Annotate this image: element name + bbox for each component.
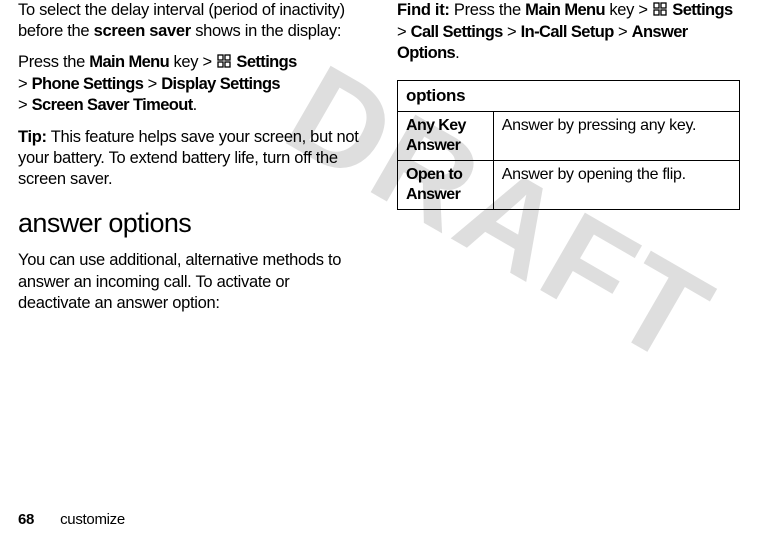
mainmenu-label: Main Menu xyxy=(525,1,605,19)
findit-path: Find it: Press the Main Menu key > Setti… xyxy=(397,0,740,64)
sep: > xyxy=(614,23,632,41)
call-settings-label: Call Settings xyxy=(411,23,503,41)
option-desc: Answer by opening the flip. xyxy=(493,160,739,209)
screensaver-intro: To select the delay interval (period of … xyxy=(18,0,361,42)
left-column: To select the delay interval (period of … xyxy=(18,0,365,324)
gt: > xyxy=(18,96,32,114)
options-header: options xyxy=(398,81,740,111)
option-name: Any Key Answer xyxy=(398,111,494,160)
page-number: 68 xyxy=(18,511,34,528)
incall-setup-label: In-Call Setup xyxy=(521,23,614,41)
section-name: customize xyxy=(60,511,125,528)
text: Press the xyxy=(18,53,89,71)
text: Press the xyxy=(450,1,526,19)
findit-label: Find it: xyxy=(397,1,450,19)
tip-body: This feature helps save your screen, but… xyxy=(18,128,359,188)
right-column: Find it: Press the Main Menu key > Setti… xyxy=(393,0,740,324)
settings-icon xyxy=(653,1,667,22)
table-row: Any Key Answer Answer by pressing any ke… xyxy=(398,111,740,160)
period: . xyxy=(193,96,197,114)
sep: > xyxy=(503,23,521,41)
mainmenu-label: Main Menu xyxy=(89,53,169,71)
answer-options-heading: answer options xyxy=(18,206,361,241)
answer-options-body: You can use additional, alternative meth… xyxy=(18,250,361,313)
option-name: Open to Answer xyxy=(398,160,494,209)
text: key > xyxy=(169,53,216,71)
display-settings-label: Display Settings xyxy=(161,75,280,93)
gt: > xyxy=(18,75,32,93)
phone-settings-label: Phone Settings xyxy=(32,75,144,93)
screen-saver-timeout-label: Screen Saver Timeout xyxy=(32,96,193,114)
table-row: Open to Answer Answer by opening the fli… xyxy=(398,160,740,209)
page-footer: 68 customize xyxy=(18,511,125,528)
tip-label: Tip: xyxy=(18,128,47,146)
text: key > xyxy=(605,1,652,19)
table-header-row: options xyxy=(398,81,740,111)
tip-paragraph: Tip: This feature helps save your screen… xyxy=(18,127,361,190)
gt: > xyxy=(397,23,411,41)
screensaver-path: Press the Main Menu key > Settings > Pho… xyxy=(18,52,361,116)
sep: > xyxy=(143,75,161,93)
screensaver-bold: screen saver xyxy=(94,22,191,40)
content-columns: To select the delay interval (period of … xyxy=(0,0,758,324)
settings-icon xyxy=(217,53,231,74)
option-desc: Answer by pressing any key. xyxy=(493,111,739,160)
settings-label: Settings xyxy=(236,53,296,71)
settings-label: Settings xyxy=(672,1,732,19)
period: . xyxy=(455,44,459,62)
options-table: options Any Key Answer Answer by pressin… xyxy=(397,80,740,209)
text: shows in the display: xyxy=(191,22,341,40)
